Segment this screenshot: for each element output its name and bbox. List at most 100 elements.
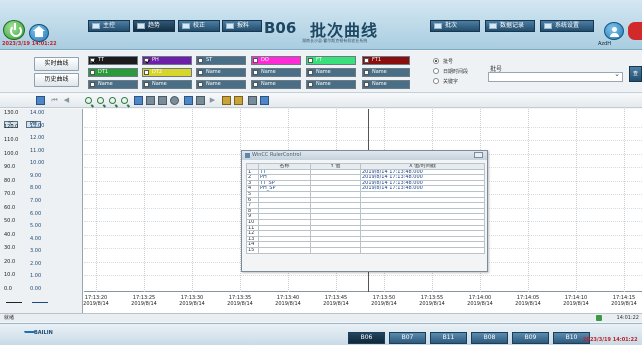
realtime-curve-button[interactable]: 实时曲线 xyxy=(34,57,79,71)
checkbox-box[interactable] xyxy=(253,58,258,63)
unit-tab[interactable]: B11 xyxy=(430,332,467,344)
tag-checkbox[interactable]: Name xyxy=(196,68,246,77)
x-tick-date: 2019/8/14 xyxy=(323,301,349,307)
zoom-y-icon[interactable] xyxy=(121,97,128,104)
checkbox-box[interactable] xyxy=(364,70,369,75)
zoom-out-icon[interactable] xyxy=(97,97,104,104)
y2-tick-label: 12.00 xyxy=(30,135,45,142)
checkbox-box[interactable] xyxy=(364,58,369,63)
nav-label: 批次 xyxy=(445,22,458,29)
tag-checkbox[interactable]: Name xyxy=(251,68,301,77)
tag-checkbox[interactable]: PH xyxy=(142,56,192,65)
nav-button-batch[interactable]: 批次 xyxy=(430,20,480,32)
nav-button-report[interactable]: 报料 xyxy=(222,20,262,32)
nav-label: 校正 xyxy=(193,22,206,29)
nav-button-trend[interactable]: 趋势 xyxy=(133,20,175,32)
checkbox-box[interactable] xyxy=(144,82,149,87)
history-curve-button[interactable]: 历史曲线 xyxy=(34,73,79,87)
checkbox-box[interactable] xyxy=(364,82,369,87)
nav-button-main[interactable]: 主控 xyxy=(88,20,130,32)
home-icon[interactable] xyxy=(29,24,49,42)
grid-line-v xyxy=(528,109,529,292)
tag-checkbox[interactable]: Name xyxy=(196,80,246,89)
original-view-icon[interactable] xyxy=(146,96,155,105)
first-icon[interactable]: ⏮ xyxy=(50,96,59,105)
radio-label: 日期时间段 xyxy=(443,69,469,75)
nav-button-datalog[interactable]: 数据记录 xyxy=(485,20,535,32)
tag-checkbox[interactable]: FT1 xyxy=(362,56,410,65)
radio-batch[interactable]: 批号 xyxy=(433,58,453,65)
tag-checkbox[interactable]: Name xyxy=(306,68,356,77)
checkbox-box[interactable] xyxy=(144,70,149,75)
tag-checkbox[interactable]: Name xyxy=(88,80,138,89)
select-area-icon[interactable] xyxy=(196,96,205,105)
checkbox-box[interactable] xyxy=(90,70,95,75)
batch-select[interactable] xyxy=(488,70,623,82)
tag-checkbox[interactable]: Name xyxy=(251,80,301,89)
tag-checkbox[interactable]: TT xyxy=(88,56,138,65)
y2-tick-label: 3.00 xyxy=(30,248,42,255)
radio-label: 关键字 xyxy=(443,79,459,85)
footer-bar: BAILIN B06 B07 B11 B08 B09 B10 2023/3/19 14:0… xyxy=(0,323,642,345)
tag-checkbox[interactable]: Name xyxy=(142,80,192,89)
radio-keyword[interactable]: 关键字 xyxy=(433,78,458,85)
nav-label: 趋势 xyxy=(148,22,161,29)
checkbox-box[interactable] xyxy=(308,70,313,75)
query-button[interactable]: 查 xyxy=(629,66,642,82)
row-index: 15 xyxy=(246,246,259,254)
tag-checkbox[interactable]: FT xyxy=(306,56,356,65)
export-icon[interactable] xyxy=(222,96,231,105)
prev-icon[interactable]: ◀ xyxy=(62,96,71,105)
unit-tab[interactable]: B07 xyxy=(389,332,426,344)
checkbox-box[interactable] xyxy=(90,82,95,87)
tag-label: Name xyxy=(206,81,221,87)
checkbox-box[interactable] xyxy=(308,58,313,63)
radio-date-range[interactable]: 日期时间段 xyxy=(433,68,468,75)
row-y-value xyxy=(310,246,361,254)
tag-checkbox[interactable]: Name xyxy=(362,68,410,77)
unit-tab[interactable]: B08 xyxy=(471,332,508,344)
table-row[interactable]: 15 xyxy=(246,246,485,254)
nav-button-settings[interactable]: 系统设置 xyxy=(540,20,594,32)
tag-checkbox[interactable]: DT1 xyxy=(88,68,138,77)
statistics-icon[interactable] xyxy=(260,96,269,105)
row-x-value xyxy=(360,246,485,254)
x-tick-label: 17:13:35 2019/8/14 xyxy=(220,295,260,307)
close-icon[interactable] xyxy=(474,152,483,158)
batch-icon xyxy=(434,23,442,29)
unit-tab[interactable]: B09 xyxy=(512,332,549,344)
alarm-icon[interactable] xyxy=(628,22,642,40)
power-icon[interactable] xyxy=(3,20,25,40)
legend-line xyxy=(6,302,22,303)
checkbox-box[interactable] xyxy=(90,58,95,63)
tag-checkbox[interactable]: DO xyxy=(251,56,301,65)
config-icon[interactable] xyxy=(36,96,45,105)
grid-icon[interactable] xyxy=(158,96,167,105)
zoom-in-icon[interactable] xyxy=(85,97,92,104)
checkbox-box[interactable] xyxy=(198,70,203,75)
tag-checkbox[interactable]: DT2 xyxy=(142,68,192,77)
nav-button-calibrate[interactable]: 校正 xyxy=(178,20,220,32)
grid-line-v xyxy=(624,109,625,292)
ruler-dialog[interactable]: WinCC RulerControl 名称 Y 值 X 值/时间戳 1 TT 201… xyxy=(241,150,488,272)
user-icon[interactable] xyxy=(604,22,624,40)
company-logo: BAILIN xyxy=(34,330,74,340)
folder-icon[interactable] xyxy=(234,96,243,105)
move-icon[interactable] xyxy=(134,96,143,105)
ruler-icon[interactable] xyxy=(184,96,193,105)
print-icon[interactable] xyxy=(248,96,257,105)
tag-checkbox[interactable]: ST xyxy=(196,56,246,65)
checkbox-box[interactable] xyxy=(198,58,203,63)
checkbox-box[interactable] xyxy=(198,82,203,87)
zoom-x-icon[interactable] xyxy=(109,97,116,104)
checkbox-box[interactable] xyxy=(308,82,313,87)
tag-checkbox[interactable]: Name xyxy=(362,80,410,89)
checkbox-box[interactable] xyxy=(144,58,149,63)
clock-icon[interactable] xyxy=(170,96,179,105)
grid-line-v xyxy=(96,109,97,292)
tag-checkbox[interactable]: Name xyxy=(306,80,356,89)
next-icon[interactable]: ▶ xyxy=(208,96,217,105)
unit-tab[interactable]: B06 xyxy=(348,332,385,344)
checkbox-box[interactable] xyxy=(253,82,258,87)
checkbox-box[interactable] xyxy=(253,70,258,75)
